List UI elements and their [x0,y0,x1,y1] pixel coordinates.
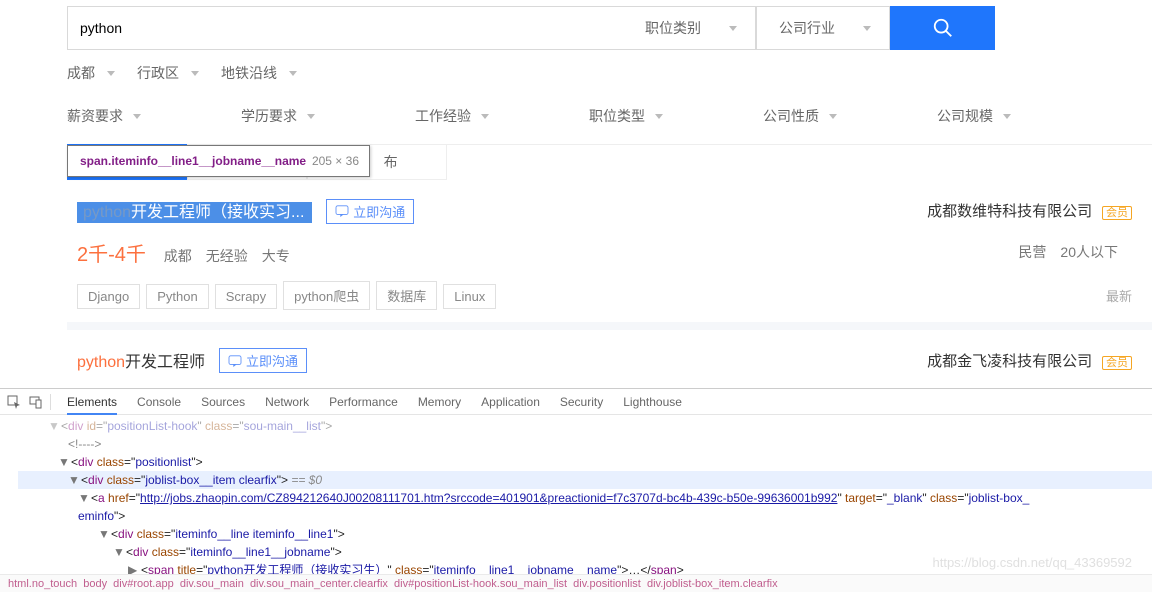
chevron-down-icon [307,114,315,119]
chevron-down-icon [481,114,489,119]
search-icon [932,17,954,39]
tab-memory[interactable]: Memory [418,395,461,409]
chat-icon [335,205,349,217]
tab-lighthouse[interactable]: Lighthouse [623,395,682,409]
chevron-down-icon [655,114,663,119]
chat-button[interactable]: 立即沟通 [326,199,414,224]
tab-application[interactable]: Application [481,395,540,409]
chevron-down-icon [1003,114,1011,119]
chevron-down-icon [191,71,199,76]
job-card[interactable]: python开发工程师（接收实习... 立即沟通 成都数维特科技有限公司 会员 … [67,180,1152,330]
devtools-panel[interactable]: Elements Console Sources Network Perform… [0,388,1152,592]
tab-console[interactable]: Console [137,395,181,409]
tooltip-dimensions: 205 × 36 [312,154,359,168]
dom-tree[interactable]: ▼<div id="positionList-hook" class="sou-… [0,415,1152,597]
industry-select[interactable]: 公司行业 [756,6,890,50]
inspector-tooltip: span.iteminfo__line1__jobname__name 205 … [67,145,370,177]
breadcrumb[interactable]: html.no_touch body div#root.app div.sou_… [0,574,1152,592]
metro-select[interactable]: 地铁沿线 [221,63,297,83]
tab-network[interactable]: Network [265,395,309,409]
chevron-down-icon [829,114,837,119]
search-button[interactable] [890,6,995,50]
salary: 2千-4千 [77,244,146,266]
chevron-down-icon [289,71,297,76]
chat-button[interactable]: 立即沟通 [219,348,307,373]
search-input[interactable] [67,6,623,50]
chevron-down-icon [107,71,115,76]
chevron-down-icon [133,114,141,119]
member-badge: 会员 [1102,356,1132,370]
newest-label: 最新 [1106,286,1132,305]
filter-exp[interactable]: 工作经验 [415,106,489,126]
company-name[interactable]: 成都数维特科技有限公司 [927,203,1092,220]
category-select[interactable]: 职位类别 [623,6,756,50]
filter-scale[interactable]: 公司规模 [937,106,1011,126]
chat-icon [228,355,242,367]
tab-security[interactable]: Security [560,395,603,409]
filter-edu[interactable]: 学历要求 [241,106,315,126]
job-tags: DjangoPythonScrapypython爬虫数据库Linux [77,281,502,310]
filter-nature[interactable]: 公司性质 [763,106,837,126]
job-title[interactable]: python开发工程师 [77,354,205,371]
inspect-icon[interactable] [6,394,22,410]
job-meta: 成都无经验大专 [164,248,304,264]
company-name[interactable]: 成都金飞凌科技有限公司 [927,353,1092,370]
filter-salary[interactable]: 薪资要求 [67,106,141,126]
city-select[interactable]: 成都 [67,63,115,83]
chevron-down-icon [863,26,871,31]
member-badge: 会员 [1102,206,1132,220]
tab-elements[interactable]: Elements [67,395,117,409]
job-title[interactable]: python开发工程师（接收实习... [77,202,312,223]
filter-type[interactable]: 职位类型 [589,106,663,126]
tab-sources[interactable]: Sources [201,395,245,409]
company-meta: 民营20人以下 [1018,242,1132,262]
district-select[interactable]: 行政区 [137,63,199,83]
device-icon[interactable] [28,394,44,410]
tab-performance[interactable]: Performance [329,395,398,409]
chevron-down-icon [729,26,737,31]
